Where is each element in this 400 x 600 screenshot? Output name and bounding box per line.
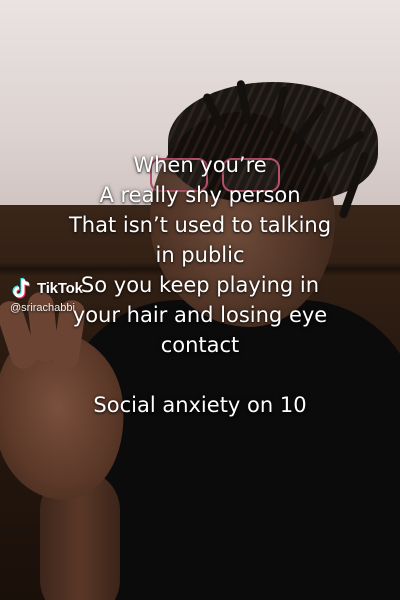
caption-line: your hair and losing eye [72, 303, 328, 327]
caption-line: That isn’t used to talking [68, 213, 332, 237]
video-frame[interactable]: TikTok @srirachabbi When you’re A really… [0, 0, 400, 600]
caption-line: contact [160, 333, 240, 357]
video-caption: When you’re A really shy person That isn… [0, 150, 400, 420]
caption-footer: Social anxiety on 10 [93, 393, 307, 417]
caption-line: When you’re [133, 153, 267, 177]
caption-line: So you keep playing in [80, 273, 320, 297]
caption-line: A really shy person [99, 183, 301, 207]
caption-line: in public [155, 243, 245, 267]
